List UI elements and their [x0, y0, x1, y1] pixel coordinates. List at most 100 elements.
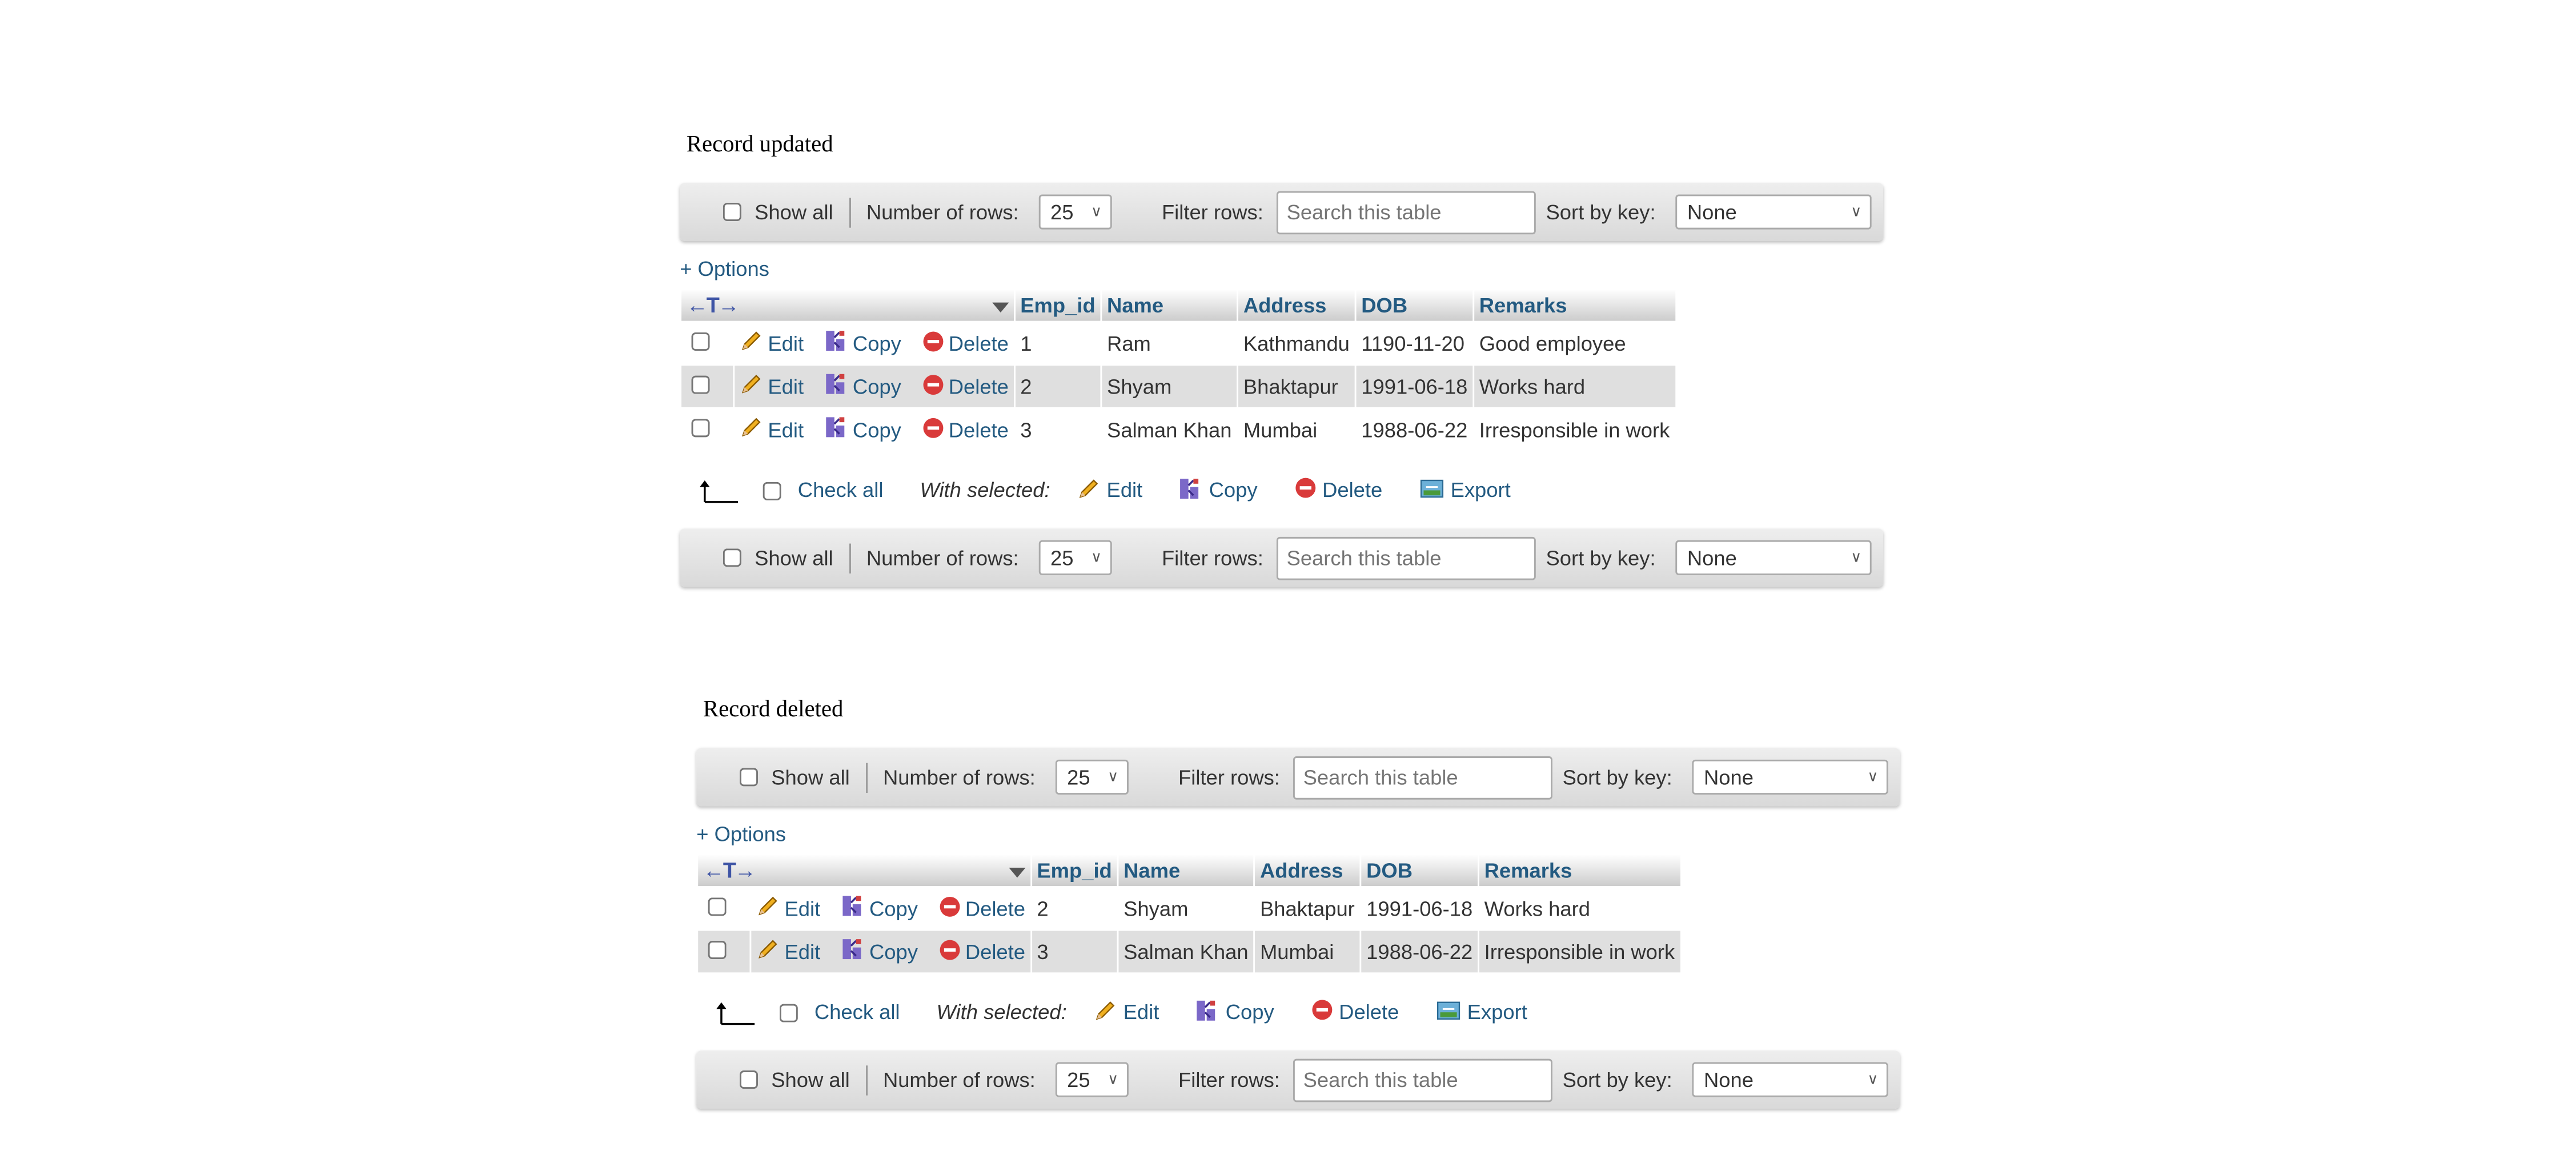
cell-emp_id: 3 — [1032, 931, 1117, 973]
delete-link[interactable]: Delete — [938, 939, 1025, 966]
sort-select[interactable]: None ∨ — [1692, 759, 1888, 795]
copy-link[interactable]: Copy — [824, 416, 901, 444]
copy-icon — [1195, 998, 1225, 1026]
check-all-link[interactable]: Check all — [798, 479, 884, 502]
row-checkbox[interactable] — [708, 896, 727, 915]
bulk-delete-label: Delete — [1322, 479, 1383, 502]
pencil-icon — [740, 329, 768, 357]
rows-select[interactable]: 25 ∨ — [1055, 759, 1129, 795]
row-checkbox[interactable] — [691, 418, 710, 436]
options-link[interactable]: + Options — [680, 258, 1883, 283]
chevron-down-icon: ∨ — [1867, 768, 1879, 785]
copy-link[interactable]: Copy — [841, 937, 918, 965]
data-table: ←T→ Emp_id Name Address DOB Remarks Edit Cop… — [680, 287, 1676, 452]
delete-icon — [922, 417, 949, 444]
chevron-down-icon: ∨ — [1091, 203, 1102, 220]
bulk-edit-button[interactable]: Edit — [1077, 476, 1142, 504]
check-all-link[interactable]: Check all — [814, 1001, 900, 1024]
row-checkbox[interactable] — [708, 940, 727, 959]
cell-remarks: Works hard — [1474, 366, 1675, 407]
bulk-export-button[interactable]: Export — [1435, 998, 1527, 1026]
show-all-checkbox[interactable] — [739, 1070, 758, 1089]
options-link[interactable]: + Options — [696, 823, 1900, 848]
sort-select[interactable]: None ∨ — [1692, 1062, 1888, 1097]
column-arrows-icon[interactable]: ←T→ — [687, 292, 740, 318]
pencil-icon — [756, 895, 784, 923]
show-all-label: Show all — [771, 765, 850, 789]
edit-link[interactable]: Edit — [740, 416, 804, 444]
edit-link[interactable]: Edit — [756, 895, 820, 923]
section-record-deleted: Record deleted Show all Number of rows: … — [696, 698, 1900, 1109]
column-header[interactable]: Emp_id — [1032, 854, 1117, 887]
bulk-copy-button[interactable]: Copy — [1179, 476, 1258, 504]
filter-search-input[interactable] — [1293, 755, 1553, 799]
show-all-label: Show all — [755, 200, 833, 224]
check-all-checkbox[interactable] — [779, 1003, 798, 1022]
rows-select[interactable]: 25 ∨ — [1055, 1062, 1129, 1097]
sort-select[interactable]: None ∨ — [1675, 540, 1872, 575]
page-title: Record deleted — [703, 698, 844, 723]
delete-link[interactable]: Delete — [922, 374, 1009, 401]
cell-address: Mumbai — [1255, 931, 1360, 973]
bottom-navigation-bar: Show all Number of rows: 25 ∨ Filter rows… — [680, 528, 1884, 587]
edit-link[interactable]: Edit — [756, 937, 820, 965]
column-header[interactable]: Address — [1255, 854, 1360, 887]
bulk-copy-button[interactable]: Copy — [1195, 998, 1274, 1026]
column-header-label: Emp_id — [1037, 859, 1112, 882]
sort-triangle-icon[interactable] — [1008, 861, 1026, 884]
rows-select[interactable]: 25 ∨ — [1038, 194, 1112, 230]
table-row: Edit Copy Delete 2 Shyam Bhaktapur 1991-06-… — [698, 887, 1680, 929]
row-checkbox[interactable] — [691, 375, 710, 394]
delete-link[interactable]: Delete — [938, 896, 1025, 923]
show-all-label: Show all — [755, 546, 833, 570]
delete-link[interactable]: Delete — [922, 331, 1009, 358]
check-all-checkbox[interactable] — [763, 481, 781, 500]
edit-link[interactable]: Edit — [740, 329, 804, 357]
rows-select[interactable]: 25 ∨ — [1038, 540, 1112, 575]
show-all-checkbox[interactable] — [723, 548, 741, 567]
filter-search-input[interactable] — [1277, 536, 1536, 580]
rows-value: 25 — [1067, 765, 1090, 789]
bulk-edit-label: Edit — [1123, 1000, 1159, 1024]
filter-label: Filter rows: — [1178, 765, 1280, 789]
delete-link[interactable]: Delete — [922, 417, 1009, 444]
column-header[interactable]: Name — [1102, 289, 1237, 321]
export-icon — [1435, 998, 1467, 1026]
bulk-delete-label: Delete — [1339, 1000, 1399, 1024]
rows-label: Number of rows: — [866, 200, 1019, 224]
sort-select[interactable]: None ∨ — [1675, 194, 1872, 230]
column-header[interactable]: Remarks — [1479, 854, 1680, 887]
rows-value: 25 — [1067, 1068, 1090, 1092]
row-checkbox[interactable] — [691, 331, 710, 350]
chevron-down-icon: ∨ — [1091, 548, 1102, 566]
column-header[interactable]: Name — [1118, 854, 1254, 887]
bulk-export-button[interactable]: Export — [1419, 476, 1511, 504]
bulk-export-label: Export — [1450, 479, 1511, 502]
bulk-delete-button[interactable]: Delete — [1311, 999, 1399, 1026]
sort-triangle-icon[interactable] — [992, 296, 1009, 319]
column-header[interactable]: Address — [1238, 289, 1355, 321]
copy-link[interactable]: Copy — [824, 329, 901, 357]
edit-link[interactable]: Edit — [740, 372, 804, 400]
column-header[interactable]: DOB — [1356, 289, 1473, 321]
show-all-checkbox[interactable] — [723, 203, 741, 222]
cell-emp_id: 1 — [1015, 322, 1101, 364]
column-header[interactable]: DOB — [1361, 854, 1478, 887]
filter-search-input[interactable] — [1277, 190, 1536, 234]
filter-search-input[interactable] — [1293, 1058, 1553, 1101]
cell-dob: 1190-11-20 — [1356, 322, 1473, 364]
copy-link[interactable]: Copy — [824, 372, 901, 400]
delete-label: Delete — [948, 375, 1009, 399]
row-actions: Edit Copy Delete — [735, 408, 1014, 451]
cell-remarks: Irresponsible in work — [1474, 408, 1675, 451]
bulk-edit-button[interactable]: Edit — [1093, 998, 1159, 1026]
chevron-down-icon: ∨ — [1851, 203, 1862, 220]
column-header-label: Address — [1243, 293, 1327, 317]
column-header[interactable]: Remarks — [1474, 289, 1675, 321]
show-all-checkbox[interactable] — [739, 768, 758, 787]
top-navigation-bar: Show all Number of rows: 25 ∨ Filter rows… — [680, 183, 1884, 241]
copy-link[interactable]: Copy — [841, 895, 918, 923]
column-header[interactable]: Emp_id — [1015, 289, 1101, 321]
column-arrows-icon[interactable]: ←T→ — [703, 858, 756, 883]
bulk-delete-button[interactable]: Delete — [1294, 477, 1383, 504]
